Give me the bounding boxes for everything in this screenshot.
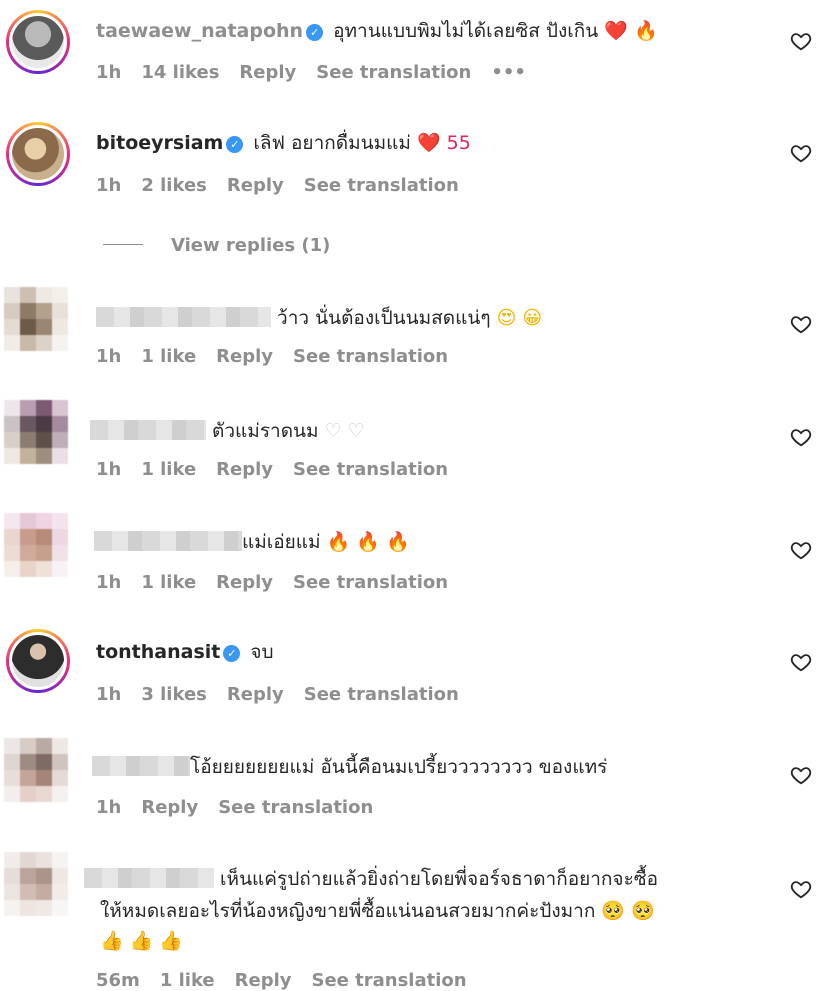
reply-button[interactable]: Reply (235, 970, 292, 991)
reply-button[interactable]: Reply (227, 175, 284, 196)
comment-likes[interactable]: 14 likes (141, 62, 219, 83)
view-replies-button[interactable]: View replies (1) (103, 235, 330, 256)
see-translation-button[interactable]: See translation (293, 459, 448, 480)
verified-badge-icon: ✓ (223, 645, 241, 662)
heart-outline-icon[interactable] (790, 651, 812, 673)
heart-outline-icon[interactable] (790, 764, 812, 786)
comment-emoji: ❤️ 55 (416, 132, 471, 154)
comment-likes[interactable]: 1 like (141, 572, 196, 593)
comment-username[interactable]: taewaew_natapohn (96, 20, 303, 42)
comment-likes[interactable]: 2 likes (141, 175, 207, 196)
see-translation-button[interactable]: See translation (304, 175, 459, 196)
comment-emoji: ♡ ♡ (324, 420, 365, 442)
see-translation-button[interactable]: See translation (316, 62, 471, 83)
see-translation-button[interactable]: See translation (293, 572, 448, 593)
comment-text: ตัวแม่ราดนม (212, 420, 319, 442)
avatar[interactable] (6, 10, 70, 74)
comment-text: ว้าว นั่นต้องเป็นนมสดแน่ๆ (277, 307, 491, 329)
reply-button[interactable]: Reply (216, 572, 273, 593)
heart-outline-icon[interactable] (790, 30, 812, 52)
blurred-username (92, 756, 190, 776)
see-translation-button[interactable]: See translation (218, 797, 373, 818)
avatar[interactable] (4, 513, 70, 579)
avatar[interactable] (4, 852, 70, 918)
verified-badge-icon: ✓ (306, 24, 324, 41)
comment-likes[interactable]: 1 like (160, 970, 215, 991)
avatar[interactable] (4, 738, 70, 804)
comment-time[interactable]: 1h (96, 684, 121, 705)
comment-emoji: 🔥 🔥 🔥 (326, 531, 410, 553)
comment-likes[interactable]: 1 like (141, 346, 196, 367)
avatar[interactable] (4, 400, 70, 466)
reply-button[interactable]: Reply (141, 797, 198, 818)
comment-text: อุทานแบบพิมไม่ได้เลยซิส ปังเกิน (333, 20, 599, 42)
blurred-username (94, 531, 242, 551)
reply-button[interactable]: Reply (239, 62, 296, 83)
reply-button[interactable]: Reply (227, 684, 284, 705)
divider (103, 244, 143, 245)
heart-outline-icon[interactable] (790, 142, 812, 164)
comment-emoji-line3: 👍 👍 👍 (100, 930, 184, 952)
avatar[interactable] (6, 122, 70, 186)
comment-emoji: 😍 😀 (496, 307, 543, 329)
see-translation-button[interactable]: See translation (293, 346, 448, 367)
reply-button[interactable]: Reply (216, 459, 273, 480)
comment-time[interactable]: 1h (96, 572, 121, 593)
comment-time[interactable]: 1h (96, 62, 121, 83)
comment-time[interactable]: 1h (96, 459, 121, 480)
reply-button[interactable]: Reply (216, 346, 273, 367)
comment-username[interactable]: bitoeyrsiam (96, 132, 223, 154)
blurred-username (96, 307, 271, 327)
comment-time[interactable]: 1h (96, 346, 121, 367)
comment-text-line2: ให้หมดเลยอะไรที่น้องหญิงขายพี่ซื้อแน่นอน… (100, 900, 596, 922)
heart-outline-icon[interactable] (790, 313, 812, 335)
more-options-icon[interactable]: ••• (491, 62, 526, 83)
comment-time[interactable]: 56m (96, 970, 140, 991)
blurred-username (84, 868, 214, 888)
heart-outline-icon[interactable] (790, 539, 812, 561)
comment-text: เห็นแค่รูปถ่ายแล้วยิ่งถ่ายโดยพี่จอร์จธาด… (220, 868, 659, 890)
heart-outline-icon[interactable] (790, 426, 812, 448)
comment-text: เลิฟ อยากดื่มนมแม่ (253, 132, 411, 154)
verified-badge-icon: ✓ (226, 136, 244, 153)
view-replies-label[interactable]: View replies (1) (171, 235, 330, 256)
heart-outline-icon[interactable] (790, 878, 812, 900)
comment-username[interactable]: tonthanasit (96, 641, 220, 663)
comment-time[interactable]: 1h (96, 797, 121, 818)
see-translation-button[interactable]: See translation (312, 970, 467, 991)
comment-text: จบ (250, 641, 274, 663)
see-translation-button[interactable]: See translation (304, 684, 459, 705)
comment-emoji: 🥺 🥺 (601, 900, 655, 922)
comment-likes[interactable]: 3 likes (141, 684, 207, 705)
avatar[interactable] (4, 287, 70, 353)
blurred-username (90, 420, 206, 440)
comment-likes[interactable]: 1 like (141, 459, 196, 480)
comment-text: แม่เอ่ยแม่ (242, 531, 321, 553)
avatar[interactable] (6, 629, 70, 693)
comment-time[interactable]: 1h (96, 175, 121, 196)
comment-text: โอ้ยยยยยยยแม่ อันนี้คือนมเปรี้ยวววววววว … (190, 756, 608, 778)
comment-emoji: ❤️ 🔥 (604, 20, 658, 42)
